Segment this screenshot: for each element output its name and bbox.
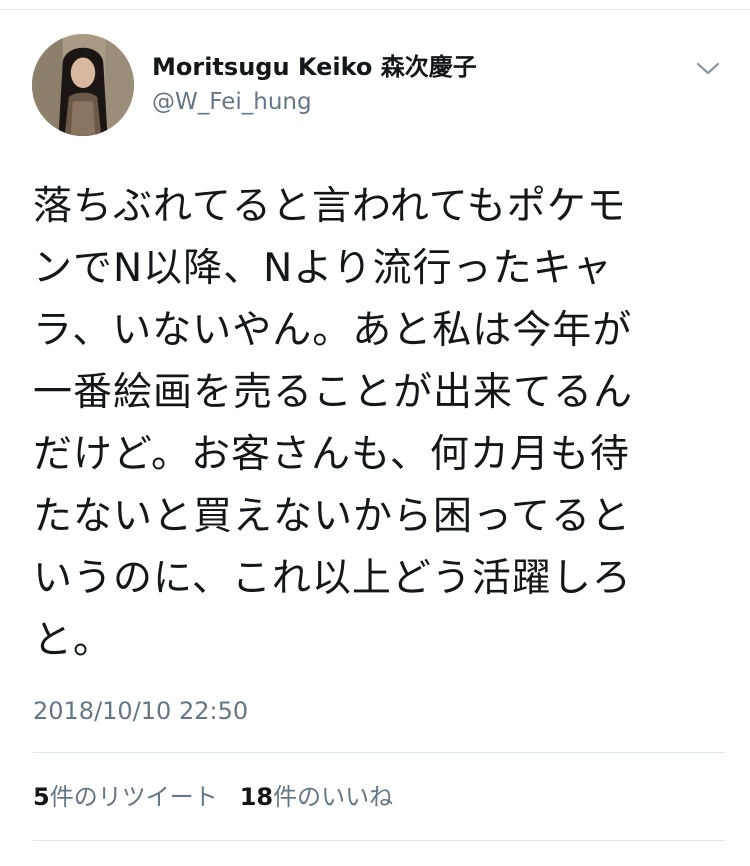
- engagement-stats: 5件のリツイート 18件のいいね: [33, 782, 393, 812]
- tweet-text-line: いうのに、これ以上どう活躍しろ: [33, 556, 632, 601]
- like-label: 件のいいね: [273, 783, 394, 811]
- chevron-down-icon[interactable]: [694, 56, 722, 80]
- user-handle[interactable]: @W_Fei_hung: [152, 87, 312, 117]
- retweet-count-link[interactable]: 5件のリツイート: [33, 782, 218, 812]
- tweet-text-line: と。: [33, 618, 114, 663]
- profile-photo: [32, 34, 134, 136]
- retweet-label: 件のリツイート: [49, 783, 218, 811]
- stats-divider-top: [33, 752, 725, 753]
- top-divider: [0, 9, 750, 10]
- like-count-link[interactable]: 18件のいいね: [240, 782, 393, 812]
- tweet-timestamp[interactable]: 2018/10/10 22:50: [33, 696, 248, 726]
- retweet-count: 5: [33, 783, 50, 811]
- like-count: 18: [239, 783, 274, 811]
- stats-divider-bottom: [33, 840, 725, 841]
- tweet-text-line: 落ちぶれてると言われてもポケモ: [33, 184, 627, 229]
- tweet-text: 落ちぶれてると言われてもポケモ ンでN以降、Nより流行ったキャ ラ、いないやん。…: [33, 176, 713, 672]
- avatar[interactable]: [32, 34, 134, 136]
- tweet-text-line: ンでN以降、Nより流行ったキャ: [33, 246, 613, 291]
- tweet-text-line: だけど。お客さんも、何カ月も待: [33, 432, 630, 477]
- tweet-text-line: ラ、いないやん。あと私は今年が: [33, 308, 633, 353]
- tweet-text-line: たないと買えないから困ってると: [33, 494, 632, 539]
- display-name[interactable]: Moritsugu Keiko 森次慶子: [152, 52, 477, 82]
- tweet-text-line: 一番絵画を売ることが出来てるん: [33, 370, 634, 415]
